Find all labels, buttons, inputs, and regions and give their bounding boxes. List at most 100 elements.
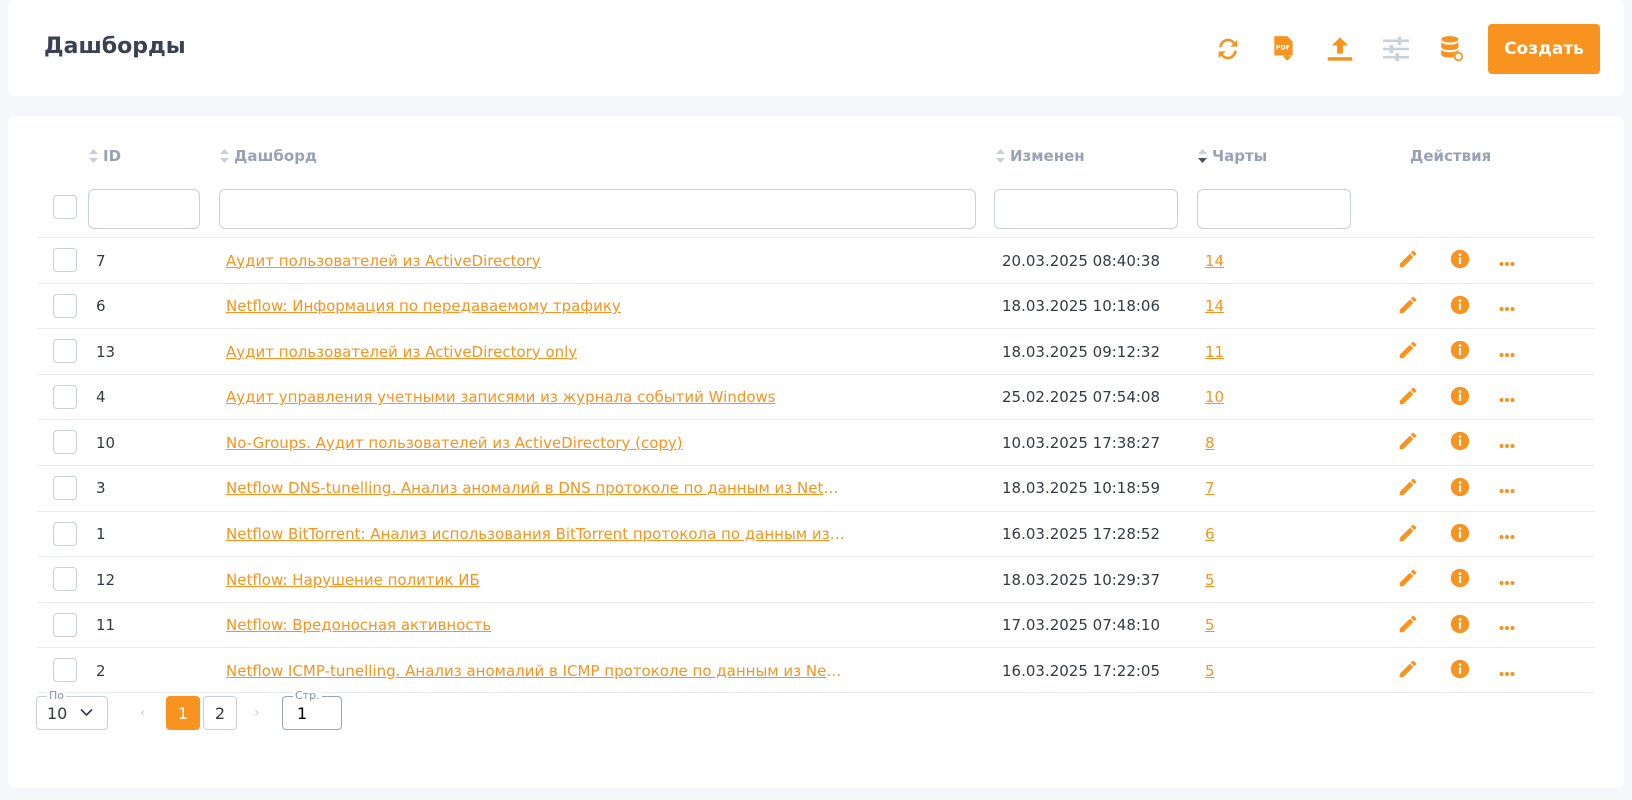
more-dots-icon xyxy=(1499,388,1515,407)
pdf-download-button[interactable]: PDF xyxy=(1256,24,1312,74)
per-page-select[interactable]: По 10 xyxy=(36,689,108,730)
row-checkbox[interactable] xyxy=(53,339,77,364)
info-button[interactable] xyxy=(1447,385,1473,411)
charts-count-link[interactable]: 8 xyxy=(1205,434,1215,452)
pencil-icon xyxy=(1397,385,1419,411)
dashboard-link[interactable]: Аудит пользователей из ActiveDirectory xyxy=(226,252,541,270)
info-button[interactable] xyxy=(1447,339,1473,365)
column-header-name[interactable]: Дашборд xyxy=(220,146,317,166)
info-icon xyxy=(1449,567,1471,593)
settings-sliders-button[interactable] xyxy=(1368,24,1424,74)
charts-count-link[interactable]: 5 xyxy=(1205,616,1215,634)
edit-button[interactable] xyxy=(1395,294,1421,320)
cell-name: Аудит пользователей из ActiveDirectory o… xyxy=(226,329,577,374)
filter-modified-input[interactable] xyxy=(994,189,1178,229)
charts-count-link[interactable]: 10 xyxy=(1205,388,1224,406)
edit-button[interactable] xyxy=(1395,385,1421,411)
column-header-modified[interactable]: Изменен xyxy=(996,146,1085,166)
cell-modified: 18.03.2025 10:29:37 xyxy=(1002,570,1161,589)
dashboard-link[interactable]: Аудит пользователей из ActiveDirectory o… xyxy=(226,343,577,361)
info-button[interactable] xyxy=(1447,658,1473,684)
info-button[interactable] xyxy=(1447,294,1473,320)
info-button[interactable] xyxy=(1447,476,1473,502)
row-checkbox[interactable] xyxy=(53,384,77,409)
row-checkbox[interactable] xyxy=(53,248,77,272)
create-button[interactable]: Создать xyxy=(1488,24,1600,74)
more-button[interactable] xyxy=(1494,567,1520,593)
cell-name: Аудит пользователей из ActiveDirectory xyxy=(226,238,541,283)
info-button[interactable] xyxy=(1447,430,1473,456)
info-button[interactable] xyxy=(1447,522,1473,548)
row-checkbox[interactable] xyxy=(53,567,77,592)
column-header-id[interactable]: ID xyxy=(89,146,121,166)
column-header-actions: Действия xyxy=(1410,147,1492,165)
row-checkbox[interactable] xyxy=(53,612,77,637)
edit-button[interactable] xyxy=(1395,476,1421,502)
more-button[interactable] xyxy=(1494,522,1520,548)
cell-modified: 25.02.2025 07:54:08 xyxy=(1002,388,1161,407)
cell-id: 1 xyxy=(96,525,106,544)
more-button[interactable] xyxy=(1494,385,1520,411)
dashboard-link[interactable]: Netflow: Нарушение политик ИБ xyxy=(226,571,480,589)
more-button[interactable] xyxy=(1494,613,1520,639)
row-checkbox[interactable] xyxy=(53,521,77,546)
charts-count-link[interactable]: 5 xyxy=(1205,571,1215,589)
refresh-button[interactable] xyxy=(1200,24,1256,74)
info-button[interactable] xyxy=(1447,248,1473,274)
prev-page-button[interactable]: ‹ xyxy=(140,705,146,721)
row-checkbox[interactable] xyxy=(53,430,77,455)
column-header-charts[interactable]: Чарты xyxy=(1198,146,1267,166)
pencil-icon xyxy=(1397,294,1419,320)
next-page-button[interactable]: › xyxy=(254,705,260,721)
page-1-button[interactable]: 1 xyxy=(166,696,200,730)
database-button[interactable] xyxy=(1424,24,1480,74)
table-row: 7 Аудит пользователей из ActiveDirectory 2… xyxy=(38,237,1594,283)
charts-count-link[interactable]: 14 xyxy=(1205,297,1224,315)
charts-count-link[interactable]: 11 xyxy=(1205,343,1224,361)
more-dots-icon xyxy=(1499,662,1515,681)
info-icon xyxy=(1449,339,1471,365)
edit-button[interactable] xyxy=(1395,522,1421,548)
charts-count-link[interactable]: 6 xyxy=(1205,525,1215,543)
edit-button[interactable] xyxy=(1395,613,1421,639)
dashboard-link[interactable]: Аудит управления учетными записями из жу… xyxy=(226,388,776,406)
more-button[interactable] xyxy=(1494,294,1520,320)
row-checkbox[interactable] xyxy=(53,293,77,318)
edit-button[interactable] xyxy=(1395,430,1421,456)
filter-charts-input[interactable] xyxy=(1197,189,1351,229)
upload-button[interactable] xyxy=(1312,24,1368,74)
edit-button[interactable] xyxy=(1395,658,1421,684)
dashboard-link[interactable]: Netflow: Вредоносная активность xyxy=(226,616,491,634)
cell-charts: 7 xyxy=(1205,466,1215,511)
cell-modified: 10.03.2025 17:38:27 xyxy=(1002,433,1161,452)
info-button[interactable] xyxy=(1447,567,1473,593)
cell-id: 7 xyxy=(96,251,106,270)
select-all-checkbox[interactable] xyxy=(53,195,77,219)
filter-id-input[interactable] xyxy=(88,189,200,229)
dashboard-link[interactable]: Netflow DNS-tunelling. Анализ аномалий в… xyxy=(226,479,846,497)
page-2-button[interactable]: 2 xyxy=(203,696,237,730)
charts-count-link[interactable]: 14 xyxy=(1205,252,1224,270)
dashboard-link[interactable]: Netflow: Информация по передаваемому тра… xyxy=(226,297,621,315)
row-checkbox[interactable] xyxy=(53,658,77,683)
info-icon xyxy=(1449,658,1471,684)
more-button[interactable] xyxy=(1494,339,1520,365)
row-checkbox[interactable] xyxy=(53,475,77,500)
more-button[interactable] xyxy=(1494,658,1520,684)
more-dots-icon xyxy=(1499,571,1515,590)
charts-count-link[interactable]: 5 xyxy=(1205,662,1215,680)
filter-name-input[interactable] xyxy=(219,189,976,229)
more-button[interactable] xyxy=(1494,430,1520,456)
dashboard-link[interactable]: Netflow ICMP-tunelling. Анализ аномалий … xyxy=(226,662,846,680)
dashboard-link[interactable]: Netflow BitTorrent: Анализ использования… xyxy=(226,525,846,543)
charts-count-link[interactable]: 7 xyxy=(1205,479,1215,497)
more-dots-icon xyxy=(1499,343,1515,362)
chevron-down-icon xyxy=(80,708,93,717)
more-button[interactable] xyxy=(1494,476,1520,502)
info-button[interactable] xyxy=(1447,613,1473,639)
edit-button[interactable] xyxy=(1395,339,1421,365)
edit-button[interactable] xyxy=(1395,567,1421,593)
dashboard-link[interactable]: No-Groups. Аудит пользователей из Active… xyxy=(226,434,683,452)
more-button[interactable] xyxy=(1494,248,1520,274)
edit-button[interactable] xyxy=(1395,248,1421,274)
